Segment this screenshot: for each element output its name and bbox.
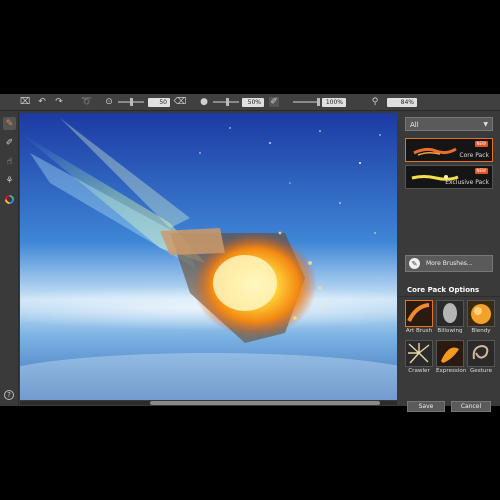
meteor-artwork: [20, 113, 397, 400]
brush-gesture[interactable]: Gesture: [467, 340, 495, 376]
brush-flow-icon[interactable]: ✐: [269, 97, 279, 107]
scrollbar-thumb[interactable]: [150, 401, 380, 405]
pack-filter-value: All: [410, 121, 419, 129]
top-toolbar: ⌧ ↶ ↷ ➰ ⊙ 50 ⌫ ● 50% ✐ 100% ⚲ 84%: [0, 94, 500, 111]
brush-size-field[interactable]: 50: [148, 97, 170, 107]
core-pack-label: Core Pack: [459, 152, 489, 159]
canvas-image[interactable]: [20, 113, 397, 400]
opacity-slider[interactable]: [213, 98, 239, 106]
crop-icon[interactable]: ⌧: [20, 97, 30, 107]
brush-size-slider[interactable]: [118, 98, 144, 106]
zoom-icon[interactable]: ⚲: [370, 97, 380, 107]
flow-field[interactable]: 100%: [322, 97, 346, 107]
exclusive-pack-label: Exclusive Pack: [445, 179, 489, 186]
brush-size-icon: ⊙: [105, 97, 113, 107]
core-pack-card[interactable]: NEW Core Pack: [405, 138, 493, 162]
brush-crawler[interactable]: Crawler: [405, 340, 433, 376]
redo-icon[interactable]: ↷: [54, 97, 64, 107]
more-brushes-button[interactable]: ✎ More Brushes...: [405, 255, 493, 272]
opacity-icon: ●: [200, 97, 208, 107]
pack-filter-dropdown[interactable]: All ▼: [405, 117, 493, 131]
save-button[interactable]: Save: [407, 401, 445, 412]
eraser-icon[interactable]: ✐: [3, 136, 16, 149]
brush-expression[interactable]: Expression: [436, 340, 466, 376]
brush-icon[interactable]: ✎: [3, 117, 16, 130]
brush-add-icon: ✎: [409, 258, 420, 269]
brush-art-brush[interactable]: Art Brush: [405, 300, 433, 336]
more-brushes-label: More Brushes...: [426, 260, 473, 267]
opacity-control: ● 50% ✐: [199, 97, 279, 107]
help-icon[interactable]: ?: [4, 390, 14, 400]
brush-blendy[interactable]: Blendy: [467, 300, 495, 336]
brush-billowing[interactable]: Billowing: [436, 300, 464, 336]
exclusive-pack-card[interactable]: NEW Exclusive Pack: [405, 165, 493, 189]
left-toolbar: ✎ ✐ ☝ ⚘ ?: [0, 111, 19, 406]
eyedropper-icon[interactable]: ⚘: [3, 174, 16, 187]
new-badge: NEW: [474, 141, 488, 147]
zoom-field[interactable]: 84%: [387, 97, 417, 107]
cancel-button[interactable]: Cancel: [451, 401, 491, 412]
color-wheel-icon[interactable]: [3, 193, 16, 206]
undo-icon[interactable]: ↶: [37, 97, 47, 107]
flow-control: 100%: [293, 97, 346, 107]
brush-app-window: ⌧ ↶ ↷ ➰ ⊙ 50 ⌫ ● 50% ✐ 100% ⚲ 84% ✎ ✐ ☝ …: [0, 94, 500, 412]
options-title: Core Pack Options: [407, 286, 480, 294]
brush-panel: All ▼ NEW Core Pack NEW Exclusive Pack ✎…: [399, 111, 500, 412]
canvas-scrollbar[interactable]: [20, 401, 397, 405]
zoom-control: ⚲ 84%: [370, 97, 417, 107]
brush-tip-icon[interactable]: ⌫: [174, 97, 187, 107]
brush-size-control: ⊙ 50 ⌫: [104, 97, 187, 107]
divider: [399, 296, 500, 297]
chevron-down-icon: ▼: [483, 121, 488, 128]
smudge-icon[interactable]: ☝: [3, 155, 16, 168]
flow-slider[interactable]: [293, 98, 320, 106]
opacity-field[interactable]: 50%: [242, 97, 264, 107]
lasso-icon[interactable]: ➰: [81, 97, 92, 107]
new-badge: NEW: [474, 168, 488, 174]
